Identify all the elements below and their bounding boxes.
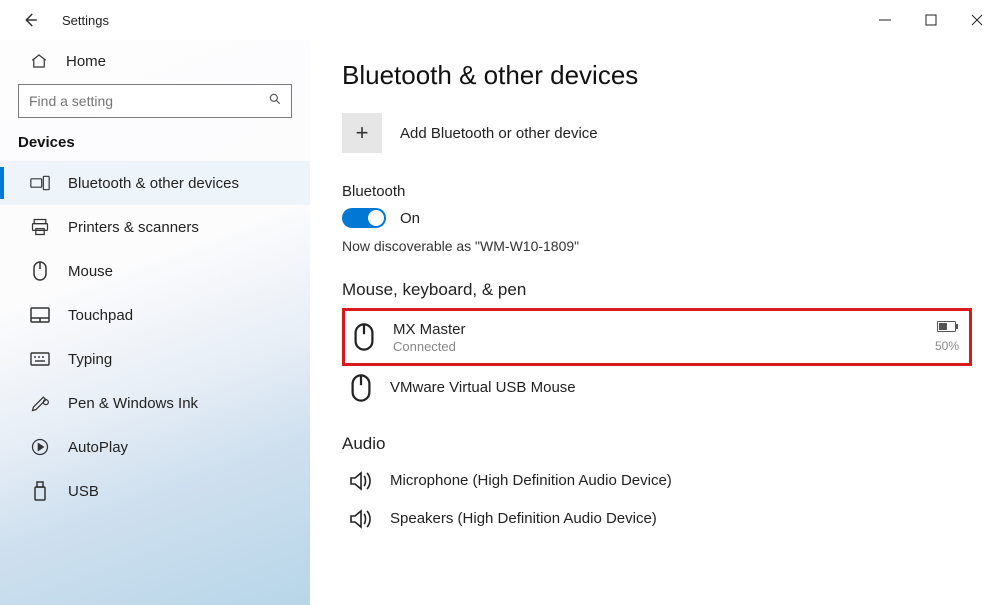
device-name: Speakers (High Definition Audio Device) — [390, 510, 962, 528]
sidebar-item-mouse[interactable]: Mouse — [0, 249, 310, 293]
sidebar-item-label: USB — [68, 483, 99, 500]
device-speakers[interactable]: Speakers (High Definition Audio Device) — [342, 500, 972, 538]
sidebar-item-label: Mouse — [68, 263, 113, 280]
device-microphone[interactable]: Microphone (High Definition Audio Device… — [342, 462, 972, 500]
sidebar-item-label: Bluetooth & other devices — [68, 175, 239, 192]
window-title: Settings — [62, 13, 109, 28]
sidebar-item-label: Printers & scanners — [68, 219, 199, 236]
sidebar-home[interactable]: Home — [0, 40, 310, 82]
bluetooth-toggle[interactable] — [342, 208, 386, 228]
device-name: VMware Virtual USB Mouse — [390, 379, 962, 397]
title-bar: Settings — [0, 0, 1000, 40]
mouse-icon — [349, 323, 379, 351]
page-title: Bluetooth & other devices — [342, 60, 972, 91]
sidebar-item-bluetooth[interactable]: Bluetooth & other devices — [0, 161, 310, 205]
window-controls — [862, 0, 1000, 40]
minimize-icon — [879, 14, 891, 26]
search-input[interactable] — [19, 93, 259, 109]
discoverable-text: Now discoverable as "WM-W10-1809" — [342, 238, 972, 254]
minimize-button[interactable] — [862, 0, 908, 40]
autoplay-icon — [30, 437, 50, 457]
add-device-row[interactable]: + Add Bluetooth or other device — [342, 113, 972, 153]
mouse-icon — [30, 261, 50, 281]
mouse-icon — [346, 374, 376, 402]
device-vmware-mouse[interactable]: VMware Virtual USB Mouse — [342, 366, 972, 410]
sidebar-item-label: Touchpad — [68, 307, 133, 324]
search-box[interactable] — [18, 84, 292, 118]
battery-icon — [937, 319, 959, 337]
sidebar-item-label: AutoPlay — [68, 439, 128, 456]
device-name: MX Master — [393, 321, 921, 339]
toggle-knob — [368, 210, 384, 226]
maximize-icon — [925, 14, 937, 26]
sidebar-item-autoplay[interactable]: AutoPlay — [0, 425, 310, 469]
sidebar-section-label: Devices — [0, 128, 310, 161]
device-status: Connected — [393, 339, 921, 354]
battery-percent: 50% — [935, 339, 959, 353]
audio-section-title: Audio — [342, 434, 972, 454]
mouse-section-title: Mouse, keyboard, & pen — [342, 280, 972, 300]
sidebar-item-label: Typing — [68, 351, 112, 368]
arrow-left-icon — [21, 11, 39, 29]
pen-icon — [30, 393, 50, 413]
maximize-button[interactable] — [908, 0, 954, 40]
bluetooth-header: Bluetooth — [342, 183, 972, 200]
device-name: Microphone (High Definition Audio Device… — [390, 472, 962, 490]
sidebar-item-usb[interactable]: USB — [0, 469, 310, 513]
sidebar-item-label: Pen & Windows Ink — [68, 395, 198, 412]
devices-icon — [30, 173, 50, 193]
add-device-label: Add Bluetooth or other device — [400, 125, 598, 142]
touchpad-icon — [30, 305, 50, 325]
keyboard-icon — [30, 349, 50, 369]
sidebar-item-printers[interactable]: Printers & scanners — [0, 205, 310, 249]
close-icon — [971, 14, 983, 26]
bluetooth-state: On — [400, 210, 420, 227]
close-button[interactable] — [954, 0, 1000, 40]
printer-icon — [30, 217, 50, 237]
main-panel: Bluetooth & other devices + Add Bluetoot… — [310, 40, 1000, 605]
speaker-icon — [346, 470, 376, 492]
back-button[interactable] — [16, 6, 44, 34]
search-icon — [259, 92, 291, 110]
sidebar-item-typing[interactable]: Typing — [0, 337, 310, 381]
usb-icon — [30, 481, 50, 501]
sidebar-home-label: Home — [66, 53, 106, 70]
add-device-button[interactable]: + — [342, 113, 382, 153]
speaker-icon — [346, 508, 376, 530]
sidebar-item-pen[interactable]: Pen & Windows Ink — [0, 381, 310, 425]
sidebar-item-touchpad[interactable]: Touchpad — [0, 293, 310, 337]
device-mx-master[interactable]: MX Master Connected 50% — [342, 308, 972, 366]
sidebar: Home Devices Bluetooth & other devices P… — [0, 40, 310, 605]
plus-icon: + — [356, 120, 369, 146]
home-icon — [30, 52, 48, 70]
